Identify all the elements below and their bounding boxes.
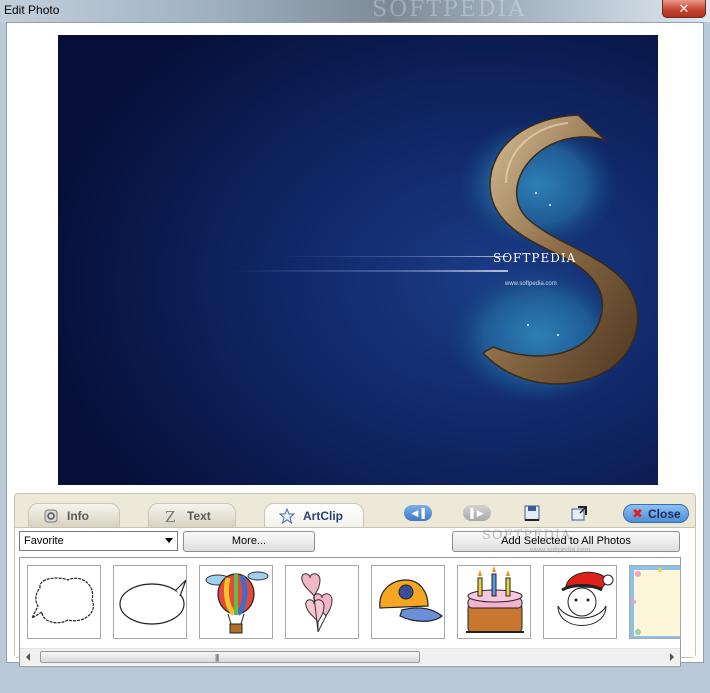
- frame-icon: [630, 566, 680, 638]
- artclip-item-baseball-cap[interactable]: [371, 565, 445, 639]
- photo-preview[interactable]: SOFTPEDIA www.softpedia.com: [58, 35, 658, 485]
- artclip-item-santa-claus[interactable]: [543, 565, 617, 639]
- santa-icon: [557, 571, 614, 626]
- artclip-item-speech-bubble-jagged[interactable]: [27, 565, 101, 639]
- cap-icon: [379, 579, 443, 622]
- watermark-url: www.softpedia.com: [530, 547, 591, 554]
- scrollbar-thumb[interactable]: |||: [40, 651, 420, 663]
- category-select[interactable]: Favorite: [19, 531, 178, 551]
- window-title: Edit Photo: [4, 3, 60, 17]
- photo-brand-text: SOFTPEDIA: [493, 251, 576, 265]
- export-icon[interactable]: [569, 503, 589, 523]
- previous-icon: ◀▐: [411, 508, 425, 518]
- watermark-text: SOFTPEDIA: [482, 528, 572, 543]
- scroll-right-icon[interactable]: [670, 653, 674, 661]
- tab-info-label: Info: [67, 509, 89, 523]
- chevron-down-icon: [165, 538, 173, 543]
- category-select-value: Favorite: [24, 535, 64, 547]
- artclip-item-heart-balloons[interactable]: [285, 565, 359, 639]
- artclip-item-floral-frame[interactable]: [629, 565, 681, 639]
- artclip-item-birthday-cake[interactable]: [457, 565, 531, 639]
- photo-image: SOFTPEDIA www.softpedia.com: [58, 35, 658, 485]
- previous-photo-button[interactable]: ◀▐: [404, 505, 432, 521]
- next-photo-button[interactable]: ▌▶: [463, 505, 491, 521]
- close-button-label: Close: [648, 507, 681, 521]
- window-close-button[interactable]: ✕: [662, 0, 706, 18]
- heart-balloons-icon: [301, 573, 333, 633]
- tab-text-label: Text: [187, 509, 211, 523]
- artclip-item-speech-bubble-oval[interactable]: [113, 565, 187, 639]
- close-button[interactable]: ✖ Close: [623, 504, 689, 523]
- close-x-icon: ✖: [632, 506, 643, 521]
- speech-bubble-icon: [30, 577, 94, 624]
- next-icon: ▌▶: [470, 508, 484, 518]
- more-button[interactable]: More...: [183, 531, 315, 552]
- close-icon: ✕: [678, 1, 690, 16]
- tab-artclip-label: ArtClip: [303, 509, 343, 523]
- grip-icon: |||: [215, 653, 219, 662]
- artclip-item-hot-air-balloon[interactable]: [199, 565, 273, 639]
- photo-url-text: www.softpedia.com: [504, 281, 557, 287]
- save-icon[interactable]: [522, 503, 542, 523]
- cake-icon: [466, 566, 524, 633]
- svg-text:Z: Z: [165, 508, 175, 524]
- title-bar[interactable]: Edit Photo SOFTPEDIA ✕: [0, 0, 710, 22]
- scroll-left-icon[interactable]: [26, 653, 30, 661]
- title-watermark: SOFTPEDIA: [372, 0, 527, 22]
- star-icon: [279, 508, 295, 524]
- oval-bubble-icon: [119, 579, 186, 625]
- tab-info[interactable]: Info: [28, 503, 120, 527]
- tab-text[interactable]: Z Text: [148, 503, 236, 527]
- tab-artclip[interactable]: ArtClip: [264, 503, 364, 528]
- gallery-scrollbar[interactable]: |||: [20, 648, 680, 665]
- balloon-icon: [205, 571, 269, 634]
- info-icon: [44, 509, 58, 523]
- text-icon: Z: [165, 508, 175, 524]
